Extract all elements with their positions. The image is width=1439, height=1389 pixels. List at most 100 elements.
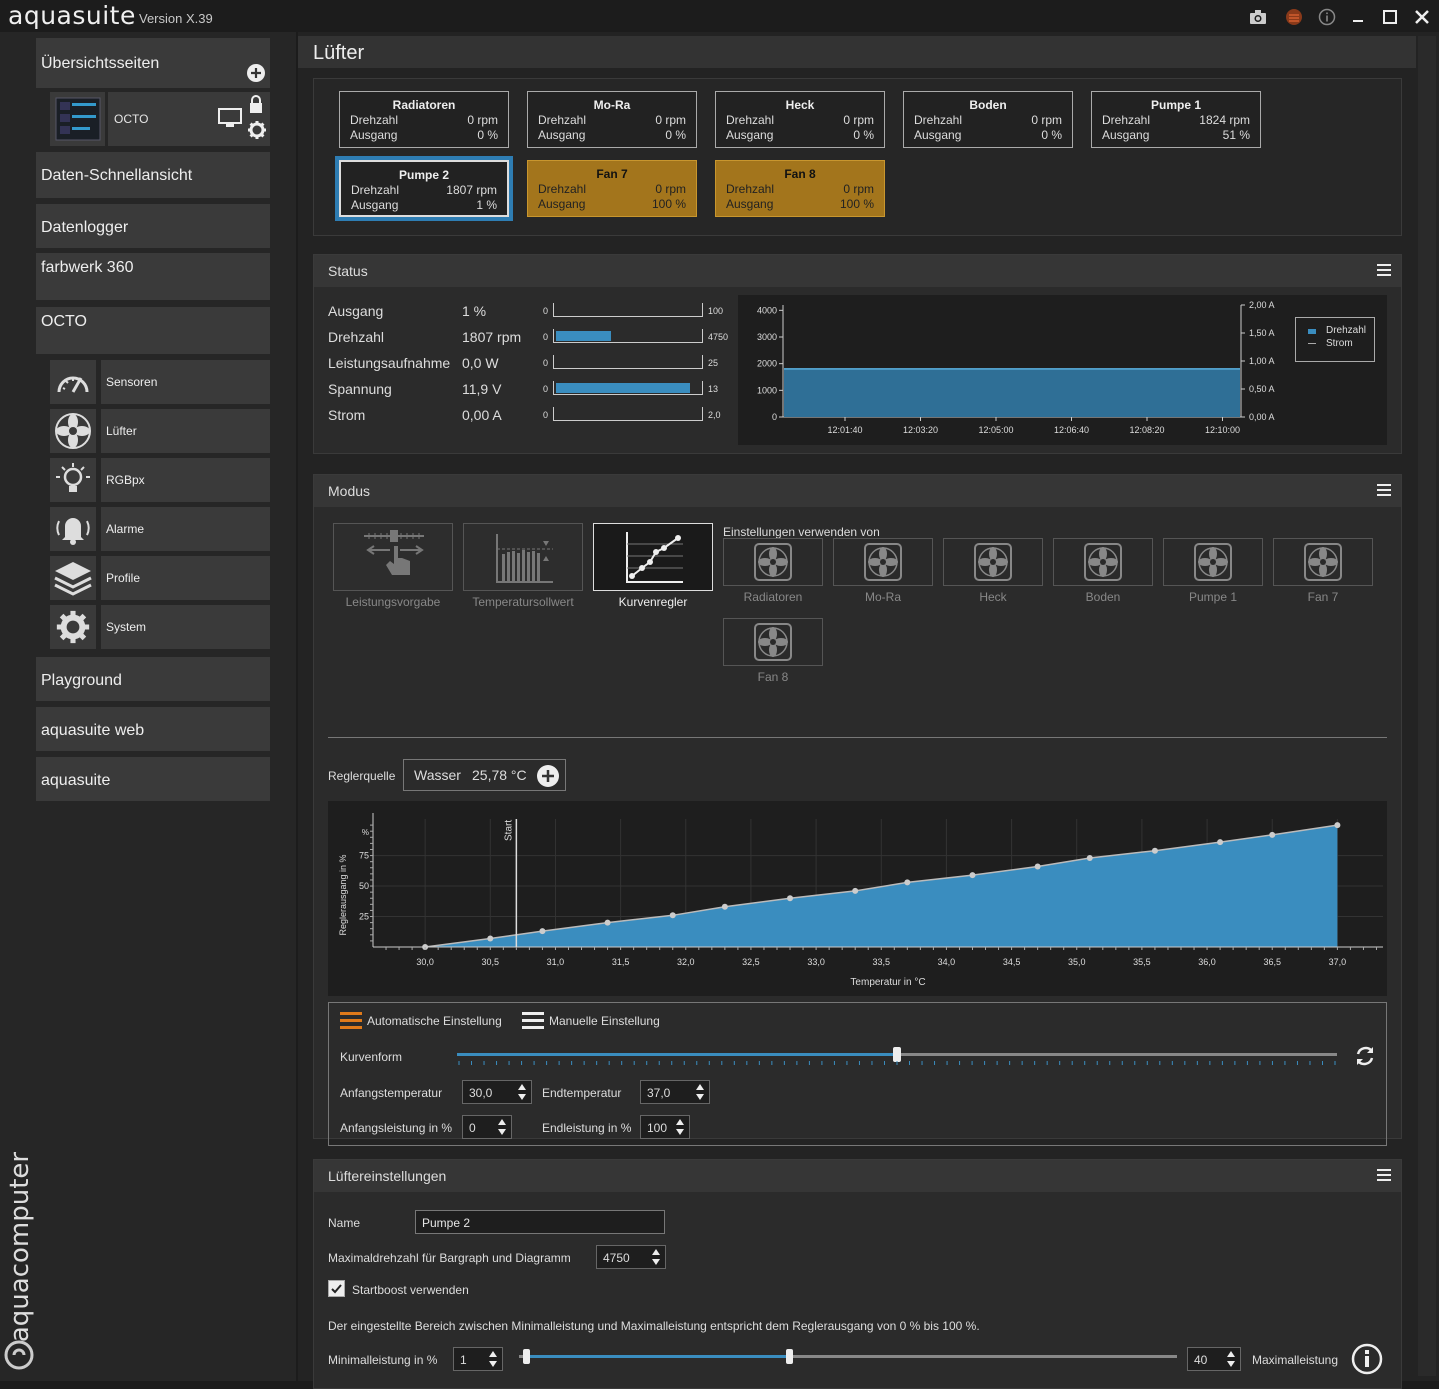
range-min-thumb[interactable] <box>522 1349 530 1364</box>
sidebar-item-aquasuite-web[interactable]: aquasuite web <box>36 707 270 751</box>
source-fan-button[interactable] <box>1273 538 1373 586</box>
end-power-spinner[interactable]: 100 <box>640 1115 690 1139</box>
overview-pages[interactable]: Übersichtsseiten <box>36 38 270 88</box>
mode-setpoint-button[interactable] <box>463 523 583 591</box>
modus-menu-icon[interactable] <box>1377 484 1391 496</box>
sidebar-item-farbwerk[interactable]: farbwerk 360 <box>36 253 270 300</box>
max-power-spinner[interactable]: 40 <box>1187 1347 1241 1371</box>
curve-point[interactable] <box>969 872 976 879</box>
modus-header: Modus <box>314 475 1401 507</box>
sidebar-item-octo[interactable]: OCTO <box>36 307 270 354</box>
spinner-arrows-icon[interactable] <box>695 1083 705 1101</box>
start-temp-spinner[interactable]: 30,0 <box>462 1080 532 1104</box>
camera-icon[interactable] <box>1247 6 1269 28</box>
source-fan-button[interactable] <box>1053 538 1153 586</box>
fan-card[interactable]: Pumpe 2 Drehzahl 1807 rpm Ausgang 1 % <box>335 156 513 221</box>
sidebar-subitem-alarms[interactable]: Alarme <box>50 507 270 551</box>
regler-source-selector[interactable]: Wasser 25,78 °C <box>403 759 566 791</box>
add-source-icon[interactable] <box>536 764 560 791</box>
range-description: Der eingestellte Bereich zwischen Minima… <box>328 1319 980 1333</box>
fan-card[interactable]: Radiatoren Drehzahl 0 rpm Ausgang 0 % <box>339 91 509 148</box>
source-fan-button[interactable] <box>1163 538 1263 586</box>
source-fan-button[interactable] <box>723 538 823 586</box>
startboost-checkbox[interactable] <box>328 1280 345 1297</box>
scrollbar[interactable] <box>1418 36 1436 1376</box>
spinner-arrows-icon[interactable] <box>488 1350 498 1368</box>
tick-label-right: 1,50 A <box>1249 328 1275 338</box>
sidebar-subitem-sensors[interactable]: Sensoren <box>50 360 270 404</box>
curve-point[interactable] <box>787 895 794 902</box>
fan-card-title: Boden <box>969 98 1007 112</box>
monitor-icon[interactable] <box>218 108 242 133</box>
spinner-arrows-icon[interactable] <box>1226 1350 1236 1368</box>
lock-icon[interactable] <box>248 94 264 119</box>
minimize-icon[interactable] <box>1347 6 1369 28</box>
curve-point[interactable] <box>604 919 611 926</box>
sidebar-item-quickview[interactable]: Daten-Schnellansicht <box>36 152 270 198</box>
status-menu-icon[interactable] <box>1377 264 1391 276</box>
fan-card[interactable]: Fan 7 Drehzahl 0 rpm Ausgang 100 % <box>527 160 697 217</box>
curve-point[interactable] <box>539 928 546 935</box>
sidebar-subitem-profiles[interactable]: Profile <box>50 556 270 600</box>
auto-setting-icon[interactable] <box>340 1010 362 1035</box>
mode-power-button[interactable] <box>333 523 453 591</box>
sidebar-item-datalogger[interactable]: Datenlogger <box>36 204 270 248</box>
end-temp-spinner[interactable]: 37,0 <box>640 1080 710 1104</box>
close-icon[interactable] <box>1411 6 1433 28</box>
sidebar-subitem-system[interactable]: System <box>50 605 270 649</box>
help-info-icon[interactable] <box>1351 1343 1383 1380</box>
curve-point[interactable] <box>1269 831 1276 838</box>
spinner-arrows-icon[interactable] <box>675 1118 685 1136</box>
slider-thumb[interactable] <box>893 1047 901 1062</box>
sidebar-item-aquasuite[interactable]: aquasuite <box>36 757 270 801</box>
curve-point[interactable] <box>1334 822 1341 829</box>
range-max-thumb[interactable] <box>785 1349 793 1364</box>
source-fan-button[interactable] <box>723 618 823 666</box>
sidebar: Übersichtsseiten OCTO Daten-Schnellansic… <box>0 32 296 1381</box>
device-tile[interactable]: OCTO <box>108 92 270 146</box>
maximize-icon[interactable] <box>1379 6 1401 28</box>
fan-card[interactable]: Pumpe 1 Drehzahl 1824 rpm Ausgang 51 % <box>1091 91 1261 148</box>
curve-point[interactable] <box>1086 855 1093 862</box>
sidebar-subitem-rgbpx[interactable]: RGBpx <box>50 458 270 502</box>
fan-card[interactable]: Boden Drehzahl 0 rpm Ausgang 0 % <box>903 91 1073 148</box>
curve-y-label: Reglerausgang in % <box>338 854 348 935</box>
add-overview-icon[interactable] <box>246 63 266 83</box>
power-range-slider[interactable] <box>519 1349 1177 1366</box>
curve-point[interactable] <box>1151 847 1158 854</box>
name-input[interactable]: Pumpe 2 <box>415 1210 665 1234</box>
device-settings-icon[interactable] <box>247 120 267 145</box>
info-icon[interactable] <box>1316 6 1338 28</box>
refresh-icon[interactable] <box>1353 1044 1377 1073</box>
source-fan-button[interactable] <box>833 538 933 586</box>
manual-setting-icon[interactable] <box>522 1010 544 1035</box>
auto-setting-label[interactable]: Automatische Einstellung <box>367 1014 502 1028</box>
curve-point[interactable] <box>904 879 911 886</box>
mode-curve-button[interactable] <box>593 523 713 591</box>
min-power-spinner[interactable]: 1 <box>453 1347 503 1371</box>
curve-point[interactable] <box>852 887 859 894</box>
curve-point[interactable] <box>669 912 676 919</box>
curve-point[interactable] <box>721 903 728 910</box>
spinner-arrows-icon[interactable] <box>651 1248 661 1266</box>
sidebar-subitem-fans[interactable]: Lüfter <box>50 409 270 453</box>
chip-icon[interactable] <box>1283 6 1305 28</box>
spinner-arrows-icon[interactable] <box>497 1118 507 1136</box>
device-thumbnail[interactable] <box>50 92 105 146</box>
curve-point[interactable] <box>1034 863 1041 870</box>
sidebar-item-playground[interactable]: Playground <box>36 657 270 701</box>
maxrpm-spinner[interactable]: 4750 <box>596 1245 666 1269</box>
curve-shape-slider[interactable] <box>457 1047 1337 1065</box>
source-fan-button[interactable] <box>943 538 1043 586</box>
spinner-arrows-icon[interactable] <box>517 1083 527 1101</box>
source-fan-label: Fan 8 <box>757 670 789 684</box>
fan-card-output: 100 % <box>651 197 686 211</box>
start-power-spinner[interactable]: 0 <box>462 1115 512 1139</box>
fan-card[interactable]: Heck Drehzahl 0 rpm Ausgang 0 % <box>715 91 885 148</box>
curve-point[interactable] <box>487 935 494 942</box>
manual-setting-label[interactable]: Manuelle Einstellung <box>549 1014 660 1028</box>
curve-point[interactable] <box>1217 839 1224 846</box>
fan-card[interactable]: Mo-Ra Drehzahl 0 rpm Ausgang 0 % <box>527 91 697 148</box>
fan-settings-menu-icon[interactable] <box>1377 1169 1391 1181</box>
fan-card[interactable]: Fan 8 Drehzahl 0 rpm Ausgang 100 % <box>715 160 885 217</box>
